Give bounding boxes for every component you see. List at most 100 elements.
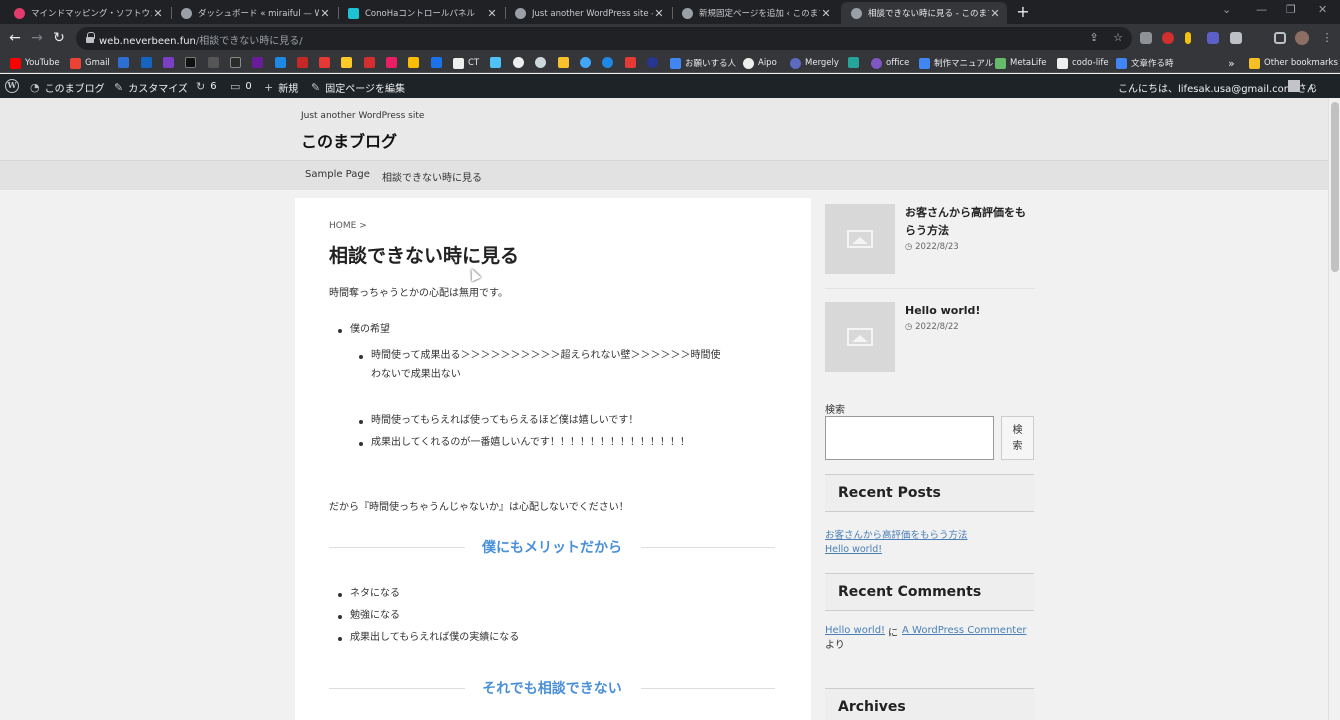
recent-post-link[interactable]: お客さんから高評価をもらう方法 [825,527,968,541]
tab-conoha[interactable]: ConoHaコントロールパネル ✕ [338,2,504,24]
search-input[interactable] [825,416,994,460]
admin-site-name[interactable]: ◔ このまブログ [30,80,105,95]
commenter-link[interactable]: A WordPress Commenter [902,625,1026,636]
bookmark-aipo[interactable]: Aipo [743,56,777,70]
red-bookmark-icon[interactable] [297,57,308,68]
white-bookmark-icon[interactable] [513,57,524,68]
fire-bookmark-icon[interactable] [319,57,330,68]
close-tab-icon[interactable]: ✕ [319,7,331,20]
admin-new[interactable]: + 新規 [264,80,298,95]
bookmarks-overflow-button[interactable]: » [1228,56,1235,70]
admin-comments[interactable]: ▭ 0 [230,80,252,93]
comment-bubble-icon: ▭ [230,80,241,93]
browser-menu-icon[interactable]: ⋮ [1321,32,1333,44]
sheet-bookmark-icon[interactable] [490,57,501,68]
admin-edit-page[interactable]: ✎ 固定ページを編集 [311,80,405,95]
bookmark-office[interactable]: office [871,56,909,70]
popular-post-title[interactable]: Hello world! [905,302,980,320]
dark-bookmark-icon[interactable] [230,57,241,68]
metalife-icon [995,57,1006,69]
tab-mindmap[interactable]: マインドマッピング・ソフトウェア - オンラ ✕ [4,2,170,24]
new-tab-button[interactable]: + [1014,3,1032,21]
bookmark-metalife[interactable]: MetaLife [995,56,1046,70]
github-bookmark-icon[interactable] [535,57,546,68]
close-tab-icon[interactable]: ✕ [989,7,1001,20]
ct-icon [453,57,464,69]
purple-extension-icon[interactable] [1207,32,1219,44]
minimize-button[interactable]: — [1256,3,1267,16]
skype-bookmark-icon[interactable] [580,57,591,68]
comment-post-link[interactable]: Hello world! [825,625,885,636]
close-window-button[interactable]: ✕ [1318,3,1327,16]
address-bar[interactable]: web.neverbeen.fun/相談できない時に見る/ ⇪ ☆ [76,27,1132,50]
a-bookmark-icon[interactable] [341,57,352,68]
pink-bookmark-icon[interactable] [386,57,397,68]
admin-avatar[interactable] [1288,80,1300,92]
x-bookmark-icon[interactable] [208,57,219,68]
pencil-icon: ✎ [311,81,321,94]
tab-dashboard[interactable]: ダッシュボード « miraiful — WordPress ✕ [171,2,337,24]
page-scrollbar[interactable] [1328,98,1340,720]
bookmark-codolife[interactable]: codo-life [1057,56,1109,70]
red-extension-icon[interactable] [1162,32,1174,44]
purple-bookmark-icon[interactable] [252,57,263,68]
bookmark-star-icon[interactable]: ☆ [1112,32,1124,44]
r-bookmark-icon[interactable] [364,57,375,68]
teal-bookmark-icon[interactable] [848,57,859,68]
tab-new-page[interactable]: 新規固定ページを追加 ‹ このまブログ ✕ [672,2,838,24]
site-title[interactable]: このまブログ [301,128,397,152]
drive-bookmark-icon[interactable] [408,57,419,68]
bolt-extension-icon[interactable] [1185,32,1191,44]
admin-updates[interactable]: ↻ 6 [196,80,217,93]
breadcrumb-home[interactable]: HOME [329,221,356,231]
tab-search-icon[interactable]: ⌄ [1222,3,1231,16]
post-thumbnail[interactable] [825,302,895,372]
back-button[interactable]: ← [7,30,23,46]
post-thumbnail[interactable] [825,204,895,274]
share-icon[interactable]: ⇪ [1088,32,1100,44]
u-bookmark-icon[interactable] [163,57,174,68]
figma-bookmark-icon[interactable] [625,57,636,68]
extensions-puzzle-icon[interactable] [1230,32,1242,44]
moon-bookmark-icon[interactable] [647,57,658,68]
bookmark-youtube[interactable]: YouTube [10,56,60,70]
close-tab-icon[interactable]: ✕ [152,7,164,20]
folder-icon [1249,57,1260,69]
bookmark-mergely[interactable]: Mergely [790,56,839,70]
tab-current[interactable]: 相談できない時に見る - このまブログ ✕ [841,2,1007,24]
close-tab-icon[interactable]: ✕ [653,7,665,20]
search-button[interactable]: 検 索 [1001,416,1034,460]
bookmark-manual[interactable]: 制作マニュアル [919,56,993,70]
profile-avatar-icon[interactable] [1295,31,1309,45]
nav-current-page[interactable]: 相談できない時に見る [382,169,482,184]
scrollbar-thumb[interactable] [1331,102,1339,272]
bookmark-bunsho[interactable]: 文章作る時 [1116,56,1174,70]
bookmark-gmail[interactable]: Gmail [70,56,110,70]
plus-bookmark-icon[interactable] [185,57,196,68]
z-bookmark-icon[interactable] [275,57,286,68]
bookmark-onegai[interactable]: お願いする人 [670,56,736,70]
maximize-button[interactable]: ❐ [1286,3,1296,16]
close-tab-icon[interactable]: ✕ [486,7,498,20]
wordpress-logo-icon[interactable]: W [5,79,19,93]
side-panel-icon[interactable] [1274,32,1286,44]
popular-post-title[interactable]: お客さんから高評価をも らう方法 [905,204,1026,240]
l-bookmark-icon[interactable] [141,57,152,68]
reload-button[interactable]: ↻ [51,30,67,46]
m-bookmark-icon[interactable] [558,57,569,68]
admin-greeting[interactable]: こんにちは、lifesak.usa@gmail.com さん [1118,80,1317,95]
tab-wp-site[interactable]: Just another WordPress site - この ✕ [505,2,671,24]
other-bookmarks-folder[interactable]: Other bookmarks [1249,56,1338,70]
cw-bookmark-icon[interactable] [118,57,129,68]
recent-post-link[interactable]: Hello world! [825,544,882,555]
close-tab-icon[interactable]: ✕ [820,7,832,20]
bookmark-ct[interactable]: CT [453,56,479,70]
admin-customize[interactable]: ✎ カスタマイズ [114,80,188,95]
list-item: 時間使ってもらえれば使ってもらえるほど僕は嬉しいです！ [371,415,639,426]
camera-extension-icon[interactable] [1140,32,1152,44]
blue-bookmark-icon[interactable] [431,57,442,68]
forward-button[interactable]: → [29,30,45,46]
circle-bookmark-icon[interactable] [602,57,613,68]
nav-sample-page[interactable]: Sample Page [305,169,370,180]
admin-search-icon[interactable]: ⌕ [1310,79,1317,94]
